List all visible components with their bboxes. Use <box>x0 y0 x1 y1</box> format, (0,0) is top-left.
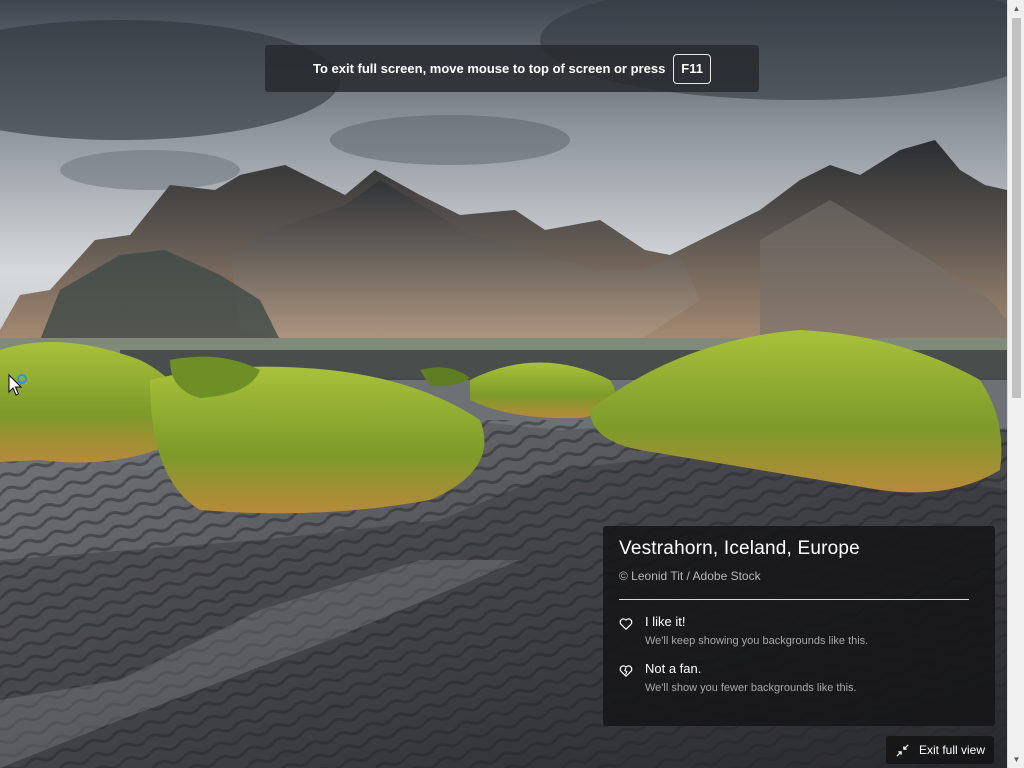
divider <box>619 599 969 600</box>
background-info-card: Vestrahorn, Iceland, Europe © Leonid Tit… <box>603 526 995 726</box>
fullscreen-notice-message: To exit full screen, move mouse to top o… <box>313 61 666 76</box>
heart-icon <box>619 618 633 630</box>
dislike-background-button[interactable]: Not a fan. We'll show you fewer backgrou… <box>619 661 979 694</box>
mouse-cursor-icon <box>8 373 27 396</box>
background-credit: © Leonid Tit / Adobe Stock <box>619 569 761 583</box>
scroll-down-arrow-icon[interactable]: ▼ <box>1008 751 1024 768</box>
scroll-up-arrow-icon[interactable]: ▲ <box>1008 0 1024 17</box>
f11-key-badge: F11 <box>673 53 711 84</box>
exit-full-view-button[interactable]: Exit full view <box>886 736 994 764</box>
broken-heart-icon <box>619 665 633 677</box>
background-title: Vestrahorn, Iceland, Europe <box>619 538 860 559</box>
dislike-description: We'll show you fewer backgrounds like th… <box>645 682 857 694</box>
like-label: I like it! <box>645 614 686 629</box>
collapse-arrows-icon <box>896 743 909 757</box>
like-description: We'll keep showing you backgrounds like … <box>645 635 869 647</box>
scrollbar-thumb[interactable] <box>1012 18 1021 398</box>
dislike-label: Not a fan. <box>645 661 702 676</box>
vertical-scrollbar[interactable]: ▲ ▼ <box>1007 0 1024 768</box>
exit-full-view-label: Exit full view <box>919 743 986 757</box>
like-background-button[interactable]: I like it! We'll keep showing you backgr… <box>619 614 979 647</box>
fullscreen-notice: To exit full screen, move mouse to top o… <box>265 45 759 92</box>
